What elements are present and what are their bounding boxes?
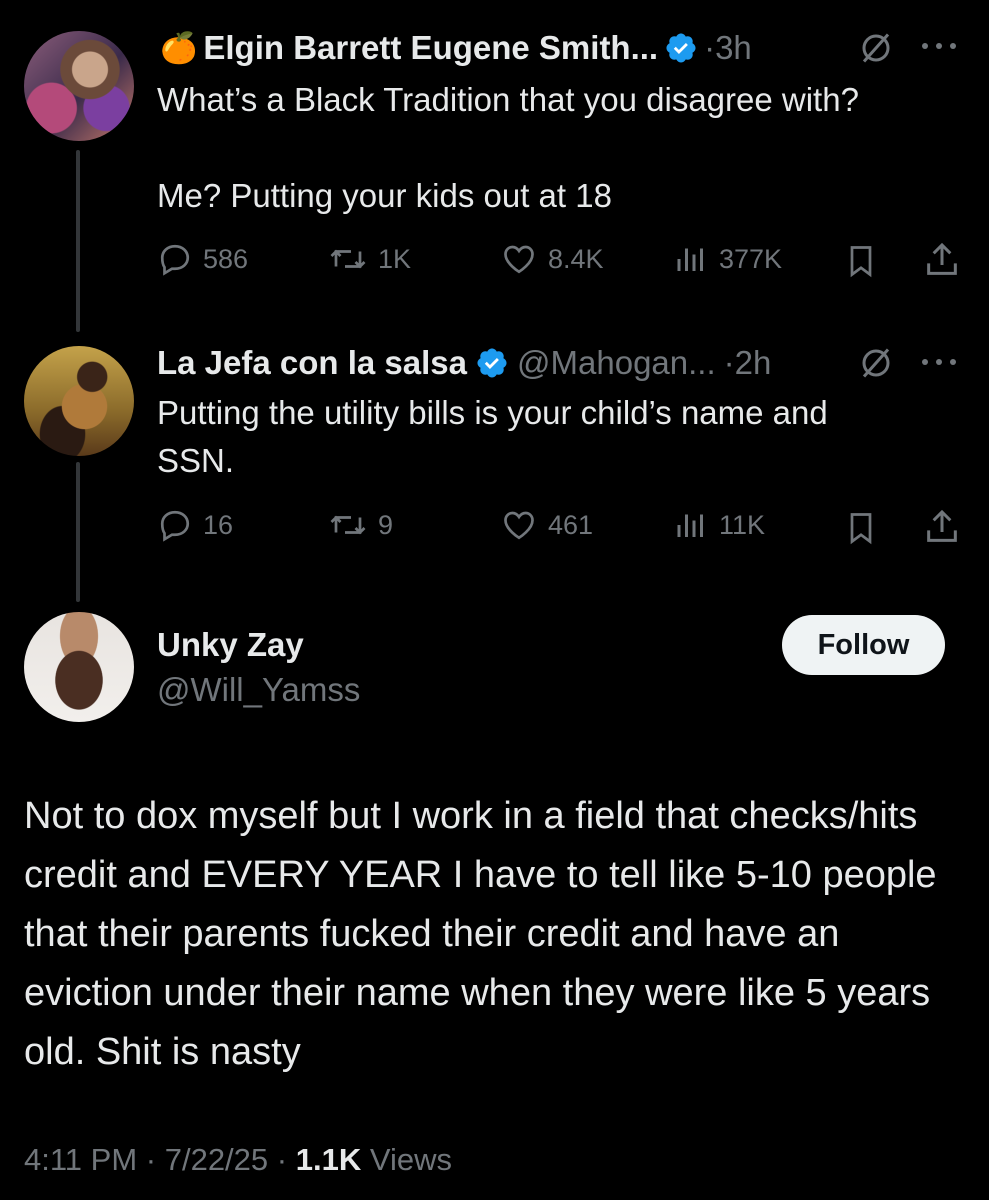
follow-button[interactable]: Follow (782, 615, 945, 675)
views-count: 377K (719, 243, 783, 274)
bookmark-icon[interactable] (843, 509, 879, 547)
heart-icon (504, 511, 534, 540)
grok-icon[interactable] (858, 30, 894, 66)
repost-count: 1K (378, 243, 412, 274)
avatar[interactable] (24, 346, 134, 456)
author-name[interactable]: Unky Zay (157, 626, 304, 664)
reply-icon (160, 510, 190, 542)
reply-count: 586 (203, 243, 249, 274)
grok-icon[interactable] (858, 345, 894, 381)
reply-button[interactable]: 586 (157, 241, 248, 277)
analytics-icon (677, 514, 703, 537)
handle[interactable]: @Will_Yamss (157, 671, 360, 709)
handle[interactable]: @Mahogan... (517, 344, 716, 382)
views-count: 11K (719, 509, 766, 540)
timestamp[interactable]: ·2h (724, 344, 772, 382)
tweet-metadata: 4:11 PM · 7/22/25 · 1.1K Views (24, 1142, 452, 1178)
thread-line (76, 150, 80, 332)
like-button[interactable]: 461 (500, 507, 593, 543)
reply-icon (160, 244, 190, 276)
like-count: 8.4K (548, 243, 604, 274)
repost-count: 9 (378, 509, 394, 540)
views-label: Views (369, 1142, 452, 1177)
reply-count: 16 (203, 509, 234, 540)
avatar[interactable] (24, 612, 134, 722)
bookmark-icon[interactable] (843, 242, 879, 280)
repost-icon (330, 515, 366, 535)
more-icon[interactable] (917, 36, 961, 56)
avatar[interactable] (24, 31, 134, 141)
author-name[interactable]: Elgin Barrett Eugene Smith... (203, 29, 658, 67)
verified-badge-icon (477, 348, 507, 378)
post-date[interactable]: 7/22/25 (165, 1142, 268, 1177)
share-icon[interactable] (922, 240, 962, 280)
post-time[interactable]: 4:11 PM (24, 1142, 137, 1177)
views-button[interactable]: 377K (673, 241, 782, 277)
heart-icon (504, 245, 534, 274)
author-name[interactable]: La Jefa con la salsa (157, 344, 467, 382)
orange-emoji: 🍊 (160, 31, 198, 65)
tweet1-header: 🍊 Elgin Barrett Eugene Smith... ·3h (160, 26, 752, 70)
separator: · (276, 1142, 296, 1177)
tweet-text: SSN. (157, 442, 235, 479)
tweet-text: Putting the utility bills is your child’… (157, 394, 828, 431)
verified-badge-icon (666, 33, 696, 63)
analytics-icon (677, 248, 703, 271)
like-button[interactable]: 8.4K (500, 241, 604, 277)
more-icon[interactable] (917, 352, 961, 372)
tweet-text: Me? Putting your kids out at 18 (157, 177, 612, 214)
share-icon[interactable] (922, 507, 962, 547)
reply-button[interactable]: 16 (157, 507, 233, 543)
thread-line (76, 462, 80, 602)
repost-button[interactable]: 9 (328, 507, 393, 543)
like-count: 461 (548, 509, 594, 540)
separator: · (145, 1142, 165, 1177)
repost-icon (330, 249, 366, 269)
tweet-text: Not to dox myself but I work in a field … (24, 795, 937, 1073)
views-count[interactable]: 1.1K (296, 1142, 361, 1177)
views-button[interactable]: 11K (673, 507, 765, 543)
tweet-text: What’s a Black Tradition that you disagr… (157, 81, 859, 118)
repost-button[interactable]: 1K (328, 241, 411, 277)
tweet2-header: La Jefa con la salsa @Mahogan... ·2h (157, 341, 771, 385)
timestamp[interactable]: ·3h (704, 29, 752, 67)
